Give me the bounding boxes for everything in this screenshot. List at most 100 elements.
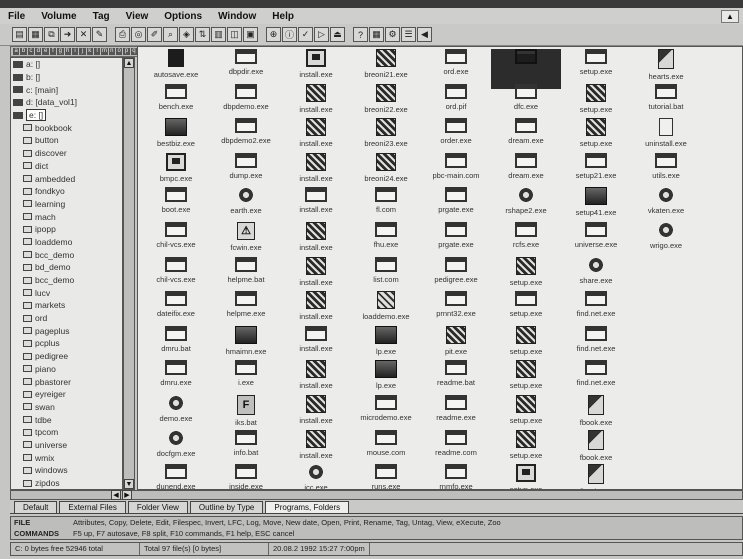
tree-folder[interactable]: bd_demo [11, 261, 122, 274]
file-commands[interactable]: Attributes, Copy, Delete, Edit, Filespec… [73, 518, 501, 527]
move-icon[interactable]: ➜ [60, 27, 75, 42]
drive-l-button[interactable]: l [93, 48, 101, 55]
tab-outline-by-type[interactable]: Outline by Type [189, 501, 264, 513]
tab-folder-view[interactable]: Folder View [127, 501, 188, 513]
tab-default[interactable]: Default [14, 501, 58, 513]
exit-icon[interactable]: ⏏ [330, 27, 345, 42]
tree-folder[interactable]: fondkyo [11, 185, 122, 198]
tag-icon[interactable]: ✓ [298, 27, 313, 42]
tree-folder[interactable]: tpcom [11, 426, 122, 439]
tree-folder[interactable]: dict [11, 160, 122, 173]
tree-drive[interactable]: b: [] [11, 71, 122, 84]
file-item[interactable]: setup.exe [491, 464, 561, 489]
drive-g-button[interactable]: g [57, 48, 64, 55]
menu-view[interactable]: View [118, 11, 157, 22]
scroll-up-icon[interactable]: ▲ [124, 58, 134, 68]
scroll-down-icon[interactable]: ▼ [124, 479, 134, 489]
file-item[interactable]: wrigo.exe [631, 222, 701, 262]
drive-d-button[interactable]: d [35, 48, 42, 55]
view-icon[interactable]: ◎ [131, 27, 146, 42]
horizontal-scrollbar[interactable]: ◀ ▶ [10, 490, 743, 500]
tree-folder[interactable]: ord [11, 312, 122, 325]
run-icon[interactable]: ▷ [314, 27, 329, 42]
filter-icon[interactable]: ▣ [243, 27, 258, 42]
delete-icon[interactable]: ✕ [76, 27, 91, 42]
tree-folder[interactable]: wmix [11, 451, 122, 464]
tab-programs-folders[interactable]: Programs, Folders [265, 501, 350, 513]
attrib-icon[interactable]: ◈ [179, 27, 194, 42]
tree-folder[interactable]: button [11, 134, 122, 147]
file-item[interactable]: dunend.exe [141, 464, 211, 489]
tree-folder[interactable]: windows [11, 464, 122, 477]
tree-folder[interactable]: discover [11, 147, 122, 160]
menu-volume[interactable]: Volume [33, 11, 84, 22]
tools-icon[interactable]: ⚙ [385, 27, 400, 42]
help-icon[interactable]: ? [353, 27, 368, 42]
drive-p-button[interactable]: p [123, 48, 130, 55]
tree-folder[interactable]: loaddemo [11, 236, 122, 249]
directory-tree[interactable]: a: [] b: [] c: [main] d: [data_vol1] e: [] bo… [10, 57, 123, 490]
drive-f-button[interactable]: f [49, 48, 57, 55]
tree-folder[interactable]: pbastorer [11, 375, 122, 388]
drive-o-button[interactable]: o [116, 48, 123, 55]
command-keys[interactable]: F5 up, F7 autosave, F8 split, F10 comman… [73, 529, 294, 538]
drive-c-button[interactable]: c [27, 48, 35, 55]
menu-help[interactable]: Help [264, 11, 302, 22]
tree-folder[interactable]: bcc_demo [11, 274, 122, 287]
tree-folder[interactable]: eyreiger [11, 388, 122, 401]
sort-icon[interactable]: ⇅ [195, 27, 210, 42]
tree-scrollbar[interactable]: ▲ ▼ [123, 57, 135, 490]
drive-k-button[interactable]: k [86, 48, 93, 55]
drive-h-button[interactable]: h [64, 48, 71, 55]
file-item[interactable]: inside.exe [211, 464, 281, 489]
tree-folder[interactable]: universe [11, 439, 122, 452]
tree-drive[interactable]: e: [] [11, 109, 122, 122]
layout-icon[interactable]: ▦ [369, 27, 384, 42]
drive-a-button[interactable]: a [13, 48, 20, 55]
tree-folder[interactable]: learning [11, 198, 122, 211]
file-item[interactable]: rnmfo.exe [421, 464, 491, 489]
file-item[interactable]: icc.exe [281, 464, 351, 489]
tree-drive[interactable]: d: [data_vol1] [11, 96, 122, 109]
menu-options[interactable]: Options [156, 11, 210, 22]
file-panel[interactable]: autosave.exe dbpdir.exe install.exe breoni2… [137, 46, 743, 490]
drive-e-button[interactable]: e [42, 48, 49, 55]
tree-folder[interactable]: bookbook [11, 121, 122, 134]
tree-drive[interactable]: a: [] [11, 58, 122, 71]
drive-n-button[interactable]: n [108, 48, 116, 55]
scroll-right-icon[interactable]: ▶ [122, 490, 132, 500]
zoom-icon[interactable]: ⊕ [266, 27, 281, 42]
tree-folder[interactable]: piano [11, 363, 122, 376]
scroll-left-icon[interactable]: ◀ [111, 490, 121, 500]
print-icon[interactable]: ⎙ [115, 27, 130, 42]
rename-icon[interactable]: ✎ [92, 27, 107, 42]
menu-tag[interactable]: Tag [85, 11, 118, 22]
tree-folder[interactable]: ipopp [11, 223, 122, 236]
drive-j-button[interactable]: j [79, 48, 86, 55]
tree-folder[interactable]: pedigree [11, 350, 122, 363]
menu-file[interactable]: File [0, 11, 33, 22]
options-icon[interactable]: ☰ [401, 27, 416, 42]
find-icon[interactable]: ⌕ [163, 27, 178, 42]
tree-folder[interactable]: swan [11, 401, 122, 414]
tree-folder[interactable]: bcc_demo [11, 248, 122, 261]
drive-b-button[interactable]: b [20, 48, 27, 55]
tree-folder[interactable]: pcplus [11, 337, 122, 350]
new-icon[interactable]: ▦ [28, 27, 43, 42]
file-item[interactable]: runs.exe [351, 464, 421, 489]
tree-folder[interactable]: lucv [11, 286, 122, 299]
open-icon[interactable]: ▤ [12, 27, 27, 42]
tree-drive[interactable]: c: [main] [11, 83, 122, 96]
tab-external-files[interactable]: External Files [59, 501, 126, 513]
info-icon[interactable]: ⓘ [282, 27, 297, 42]
back-icon[interactable]: ◀ [417, 27, 432, 42]
menu-window[interactable]: Window [210, 11, 264, 22]
tree-folder[interactable]: mach [11, 210, 122, 223]
edit-icon[interactable]: ✐ [147, 27, 162, 42]
file-item[interactable]: fbook.exe [561, 464, 631, 489]
drive-m-button[interactable]: m [101, 48, 108, 55]
drive-i-button[interactable]: i [71, 48, 79, 55]
tree-folder[interactable]: markets [11, 299, 122, 312]
tree-folder[interactable]: tdbe [11, 413, 122, 426]
tree-folder[interactable]: ambedded [11, 172, 122, 185]
